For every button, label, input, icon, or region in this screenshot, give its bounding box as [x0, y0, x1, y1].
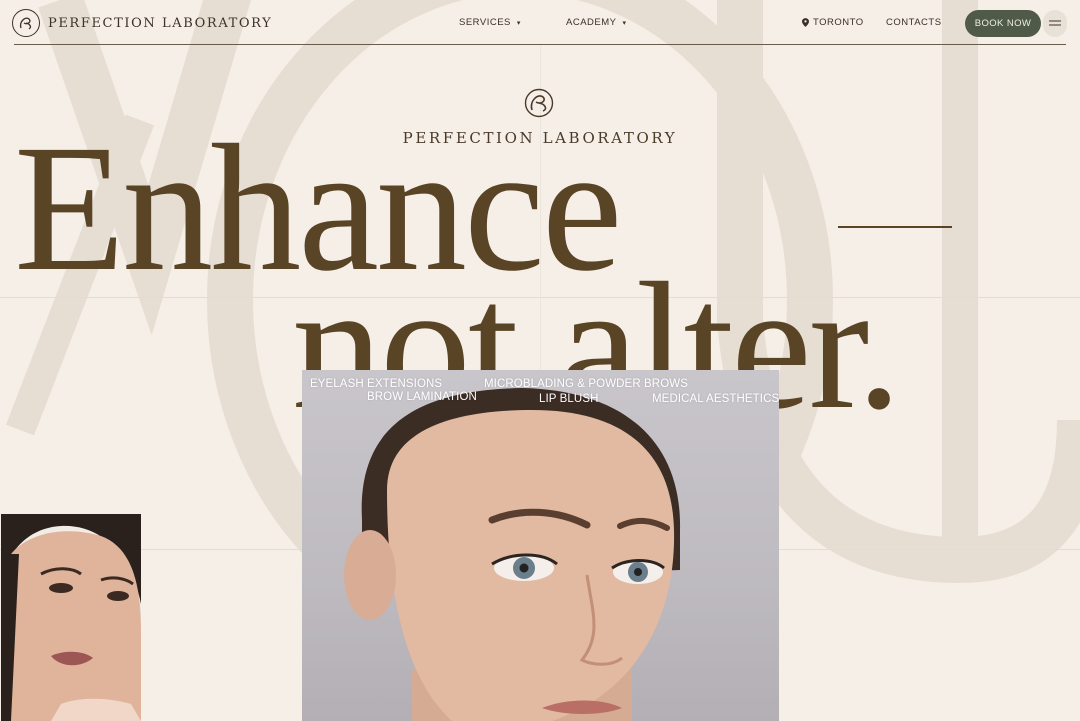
nav-location-label: TORONTO: [813, 17, 864, 28]
menu-button[interactable]: [1043, 10, 1067, 37]
header-divider: [14, 44, 1066, 45]
hero-headline-line1: Enhance: [14, 108, 623, 309]
hero-dash: [838, 226, 952, 228]
nav-academy-label: ACADEMY: [566, 17, 617, 28]
service-link-lip-blush[interactable]: LIP BLUSH: [539, 393, 599, 405]
secondary-model-photo: [1, 514, 141, 721]
header-logo[interactable]: PERFECTION LABORATORY: [12, 9, 272, 37]
hero-model-photo: [302, 370, 779, 721]
nav-contacts-label: CONTACTS: [886, 17, 942, 28]
nav-services[interactable]: SERVICES ▾: [459, 17, 521, 28]
book-now-label: BOOK NOW: [974, 18, 1032, 29]
nav-location[interactable]: TORONTO: [802, 17, 864, 28]
book-now-button[interactable]: BOOK NOW: [965, 10, 1041, 37]
service-link-eyelash-extensions[interactable]: EYELASH EXTENSIONS: [310, 378, 442, 390]
service-link-brow-lamination[interactable]: BROW LAMINATION: [367, 391, 477, 403]
location-pin-icon: [802, 18, 809, 27]
logo-mark-icon: [12, 9, 40, 37]
model-portrait-image: [344, 388, 681, 721]
service-link-microblading[interactable]: MICROBLADING & POWDER BROWS: [484, 378, 688, 390]
service-link-medical-aesthetics[interactable]: MEDICAL AESTHETICS: [652, 393, 779, 405]
hamburger-menu-icon: [1049, 20, 1061, 26]
nav-services-label: SERVICES: [459, 17, 511, 28]
caret-down-icon: ▾: [516, 19, 521, 27]
site-header: PERFECTION LABORATORY SERVICES ▾ ACADEMY…: [0, 0, 1080, 46]
nav-academy[interactable]: ACADEMY ▾: [566, 17, 627, 28]
nav-contacts[interactable]: CONTACTS: [886, 17, 942, 28]
logo-text: PERFECTION LABORATORY: [48, 15, 273, 31]
caret-down-icon: ▾: [622, 19, 627, 27]
secondary-portrait-image: [1, 514, 141, 721]
